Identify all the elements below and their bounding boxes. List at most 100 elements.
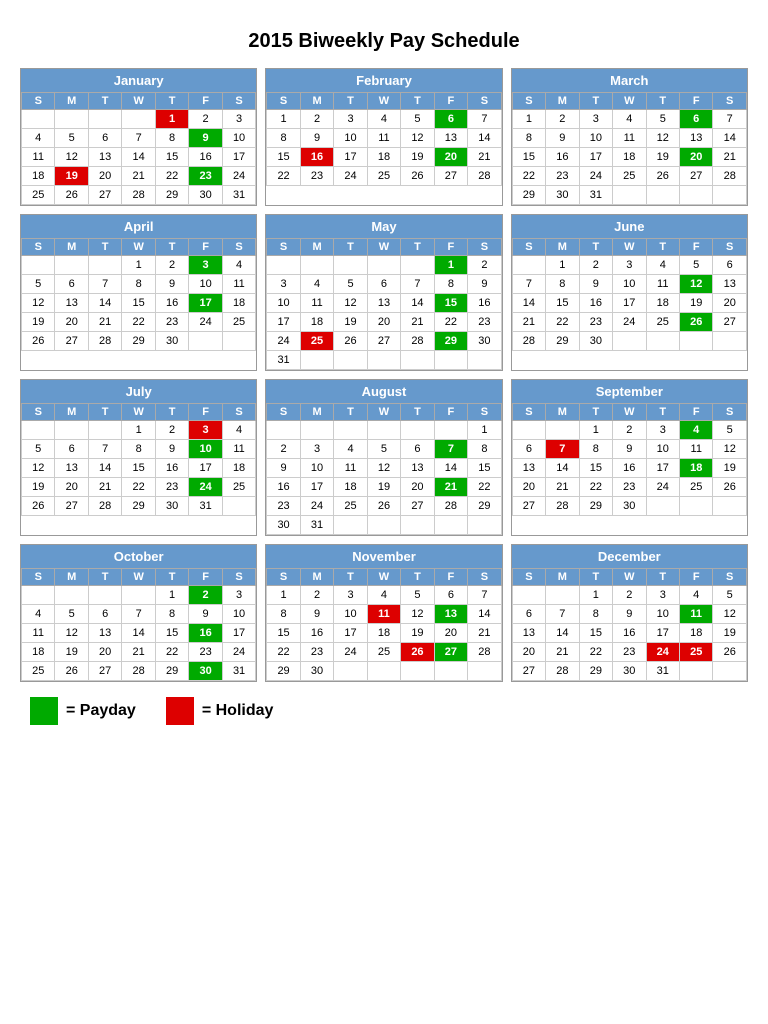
calendar-day: 16 (579, 294, 612, 313)
calendar-day: 1 (122, 421, 155, 440)
calendar-day: 11 (367, 605, 400, 624)
calendar-day: 14 (546, 624, 579, 643)
calendar-day: 15 (434, 294, 467, 313)
calendar-day (468, 662, 502, 681)
calendar-day: 9 (468, 275, 502, 294)
calendar-day: 4 (300, 275, 333, 294)
calendar-day: 2 (300, 586, 333, 605)
day-header: T (155, 93, 188, 110)
calendar-week: 567891011 (22, 440, 256, 459)
calendar-week: 123 (22, 110, 256, 129)
calendar-day (546, 421, 579, 440)
cal-table-september: SMTWTFS123456789101112131415161718192021… (512, 403, 747, 516)
calendar-day: 15 (155, 148, 188, 167)
day-header: W (122, 239, 155, 256)
calendar-day: 17 (267, 313, 300, 332)
calendar-day: 12 (646, 129, 679, 148)
calendar-week: 23242526272829 (267, 497, 501, 516)
calendar-week: 19202122232425 (22, 313, 256, 332)
calendar-day: 10 (334, 129, 367, 148)
day-header: T (646, 404, 679, 421)
calendar-day: 7 (512, 275, 545, 294)
holiday-label: = Holiday (202, 702, 274, 720)
month-block-january: JanuarySMTWTFS12345678910111213141516171… (20, 68, 257, 206)
calendar-day: 29 (155, 662, 188, 681)
calendar-day: 17 (579, 148, 612, 167)
holiday-legend: = Holiday (166, 697, 274, 725)
calendar-day (401, 516, 434, 535)
calendar-week: 25262728293031 (22, 662, 256, 681)
calendar-day: 1 (434, 256, 467, 275)
calendar-day: 12 (22, 459, 55, 478)
calendar-day: 21 (401, 313, 434, 332)
calendar-day: 3 (222, 586, 256, 605)
calendar-day: 7 (434, 440, 467, 459)
calendar-day: 4 (646, 256, 679, 275)
calendar-day: 24 (222, 643, 256, 662)
calendar-day: 31 (222, 662, 256, 681)
calendar-day: 6 (512, 605, 545, 624)
calendar-week: 891011121314 (267, 129, 501, 148)
calendar-day: 24 (334, 643, 367, 662)
month-block-october: OctoberSMTWTFS12345678910111213141516171… (20, 544, 257, 682)
calendar-week: 21222324252627 (512, 313, 746, 332)
calendar-week: 15161718192021 (512, 148, 746, 167)
day-header: F (189, 569, 222, 586)
day-header: W (613, 569, 646, 586)
calendar-day (222, 332, 256, 351)
day-header: S (512, 569, 545, 586)
calendar-day: 26 (713, 643, 747, 662)
calendar-day: 10 (646, 605, 679, 624)
calendar-day: 17 (334, 148, 367, 167)
calendar-day: 9 (613, 440, 646, 459)
day-header: M (546, 404, 579, 421)
month-header-march: March (512, 69, 747, 92)
calendar-day: 22 (155, 643, 188, 662)
calendar-day: 27 (88, 186, 121, 205)
calendar-day: 5 (646, 110, 679, 129)
calendar-day: 23 (300, 167, 333, 186)
month-header-june: June (512, 215, 747, 238)
calendar-day: 8 (155, 129, 188, 148)
calendar-day: 4 (222, 421, 256, 440)
calendar-day (680, 186, 713, 205)
calendar-day: 4 (22, 605, 55, 624)
month-block-december: DecemberSMTWTFS1234567891011121314151617… (511, 544, 748, 682)
calendar-week: 3456789 (267, 275, 501, 294)
calendar-week: 13141516171819 (512, 459, 746, 478)
day-header: T (334, 239, 367, 256)
month-header-august: August (266, 380, 501, 403)
calendar-day: 14 (468, 605, 502, 624)
calendar-day: 31 (646, 662, 679, 681)
day-header: S (267, 239, 300, 256)
calendar-week: 12345 (512, 421, 746, 440)
calendar-day: 26 (713, 478, 747, 497)
calendar-day: 24 (646, 478, 679, 497)
day-header: T (579, 569, 612, 586)
cal-table-november: SMTWTFS123456789101112131415161718192021… (266, 568, 501, 681)
calendar-day: 17 (222, 624, 256, 643)
calendar-day: 12 (401, 129, 434, 148)
calendar-day: 18 (367, 624, 400, 643)
calendar-day: 12 (22, 294, 55, 313)
calendar-day: 18 (680, 624, 713, 643)
calendar-day: 27 (713, 313, 747, 332)
calendar-day (88, 586, 121, 605)
calendar-day: 6 (88, 129, 121, 148)
calendar-day (512, 586, 545, 605)
calendar-day (334, 351, 367, 370)
calendar-day: 13 (434, 605, 467, 624)
calendar-day: 16 (189, 148, 222, 167)
day-header: S (222, 93, 256, 110)
day-header: F (434, 569, 467, 586)
month-header-january: January (21, 69, 256, 92)
month-block-march: MarchSMTWTFS1234567891011121314151617181… (511, 68, 748, 206)
calendar-day: 6 (713, 256, 747, 275)
calendar-day: 4 (680, 421, 713, 440)
calendar-day: 28 (468, 167, 502, 186)
calendar-day: 23 (155, 478, 188, 497)
calendar-day: 10 (300, 459, 333, 478)
calendar-day: 16 (613, 624, 646, 643)
calendar-day: 17 (646, 624, 679, 643)
calendar-day: 6 (512, 440, 545, 459)
